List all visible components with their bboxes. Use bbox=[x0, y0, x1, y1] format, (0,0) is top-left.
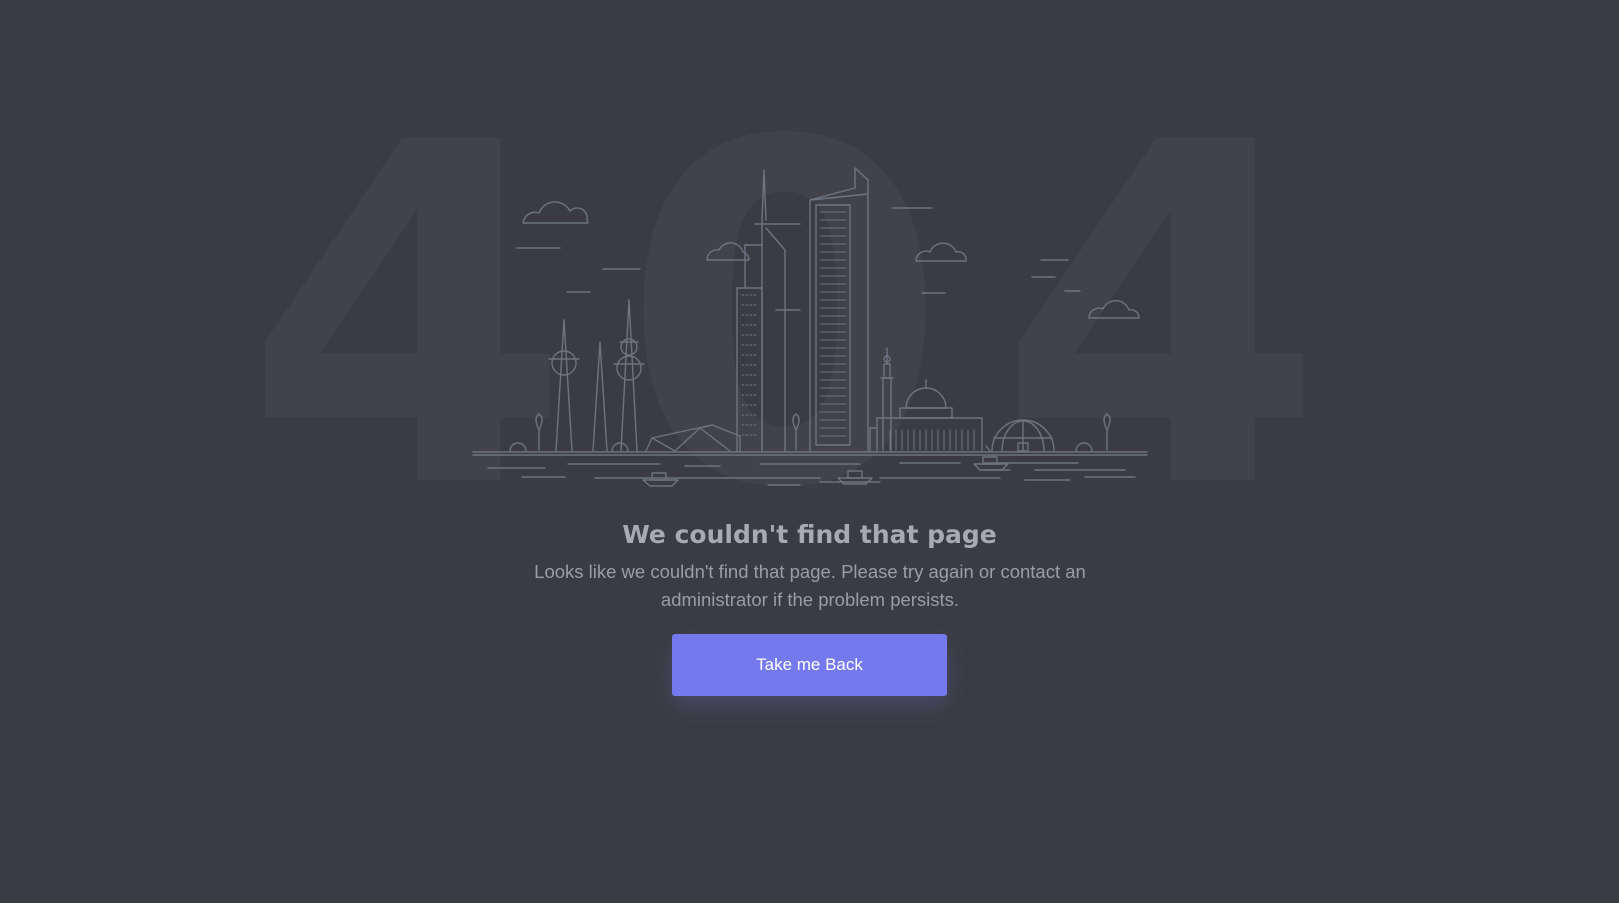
ground-line bbox=[472, 451, 1148, 456]
cloud-mid-left-icon bbox=[706, 242, 750, 261]
windows-central bbox=[819, 211, 847, 437]
city-skyline-illustration bbox=[0, 160, 1619, 500]
tower-tall-icon bbox=[613, 299, 645, 452]
cloud-left-icon bbox=[516, 201, 641, 293]
skyscraper-central-icon bbox=[809, 167, 869, 452]
angular-building-icon bbox=[645, 424, 741, 452]
spike-tower-icon bbox=[592, 341, 608, 452]
tower-left-icon bbox=[548, 319, 580, 452]
water-lines bbox=[487, 462, 1136, 486]
skyscraper-left-icon bbox=[736, 169, 801, 452]
windows-left bbox=[741, 294, 759, 436]
skyline-svg bbox=[472, 167, 1148, 487]
mosque-icon bbox=[869, 347, 983, 452]
cloud-mid-right-icon bbox=[891, 207, 967, 294]
mosque-arches bbox=[889, 429, 975, 451]
not-found-page: 404 We couldn't find that page Looks lik… bbox=[0, 0, 1619, 903]
error-message: Looks like we couldn't find that page. P… bbox=[534, 561, 1086, 610]
take-me-back-button[interactable]: Take me Back bbox=[672, 634, 947, 696]
cloud-right-icon bbox=[1031, 259, 1140, 319]
dome-building-icon bbox=[985, 419, 1055, 452]
page-title: We couldn't find that page bbox=[622, 520, 997, 549]
